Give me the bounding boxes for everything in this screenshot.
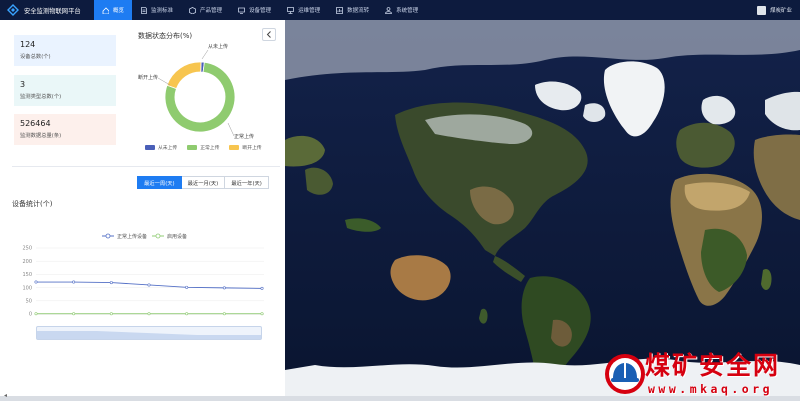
legend-item[interactable]: 断开上传: [229, 144, 262, 151]
nav-item-2[interactable]: 产品管理: [181, 0, 230, 20]
user-system-icon: [385, 6, 392, 14]
overview-panel: 124 设备总数(个) 3 监测类型总数(个) 526464 监测数据总量(条)…: [0, 20, 285, 396]
y-tick-label: 150: [22, 272, 32, 278]
range-option-2[interactable]: 最近一年(天): [225, 176, 269, 189]
range-option-0[interactable]: 最近一周(天): [137, 176, 182, 189]
nav-item-4[interactable]: 运维管理: [279, 0, 328, 20]
user-menu[interactable]: 煤炭矿业: [756, 0, 792, 20]
device-statistics-chart: 正常上传设备启用设备050100150200250121314151617: [22, 233, 264, 316]
legend-swatch: [229, 145, 240, 150]
stat-label: 监测数据总量(条): [20, 133, 62, 139]
world-map[interactable]: [285, 20, 800, 396]
device-icon: [238, 7, 245, 14]
line-legend-item[interactable]: 启用设备: [152, 233, 187, 240]
stat-card-data-total: 526464 监测数据总量(条): [14, 114, 116, 145]
monitor-icon: [287, 6, 294, 14]
watermark-text: 煤矿安全网: [645, 351, 781, 380]
stat-value: 3: [20, 80, 26, 89]
site-watermark: 煤矿安全网 www.mkaq.org: [603, 352, 795, 399]
divider: [12, 166, 280, 167]
brand[interactable]: 安全监测物联网平台: [0, 0, 94, 20]
nav-item-label: 系统管理: [396, 8, 419, 14]
stat-card-monitor-types: 3 监测类型总数(个): [14, 75, 116, 106]
data-point[interactable]: [147, 283, 151, 287]
y-tick-label: 0: [29, 312, 32, 316]
nav-item-1[interactable]: 监测标准: [132, 0, 181, 20]
product-icon: [189, 6, 196, 14]
stat-value: 526464: [20, 119, 51, 128]
zoom-area: [37, 331, 261, 339]
stat-label: 设备总数(个): [20, 54, 51, 60]
legend-label: 正常上传: [200, 146, 220, 151]
donut-slice-label: 从未上传: [208, 43, 228, 50]
app-title: 安全监测物联网平台: [24, 7, 81, 15]
data-point[interactable]: [34, 312, 38, 316]
y-tick-label: 100: [22, 285, 32, 291]
data-point[interactable]: [72, 280, 76, 284]
donut-leader-line: [201, 49, 209, 60]
stat-label: 监测类型总数(个): [20, 94, 62, 100]
legend-label: 断开上传: [242, 146, 262, 151]
nav-item-5[interactable]: 数据流转: [328, 0, 377, 20]
status-donut-chart: 从未上传正常上传 断开上传: [138, 43, 254, 140]
zoom-preview: [37, 331, 261, 339]
data-flow-icon: [336, 6, 343, 14]
legend-label: 从未上传: [158, 146, 178, 151]
legend-label: 正常上传设备: [117, 233, 147, 240]
platform-logo-icon: [7, 4, 19, 16]
nav-item-6[interactable]: 系统管理: [377, 0, 426, 20]
top-navigation-bar: 安全监测物联网平台 概览 监测标准 产品管理 设备管理 运维管理 数据流转 系统管理 煤炭矿…: [0, 0, 800, 20]
donut-slice-label: 正常上传: [234, 133, 254, 140]
donut-slice-label: 断开上传: [138, 74, 158, 81]
nav-item-label: 概览: [113, 8, 125, 14]
data-point[interactable]: [147, 312, 151, 316]
nav-item-label: 产品管理: [200, 8, 223, 14]
avatar: [756, 5, 766, 15]
line-legend-item[interactable]: 正常上传设备: [102, 233, 147, 240]
nav-item-label: 数据流转: [347, 8, 370, 14]
legend-swatch: [187, 145, 198, 150]
nav-item-3[interactable]: 设备管理: [230, 0, 279, 20]
home-icon: [102, 6, 109, 14]
legend-marker: [105, 233, 111, 239]
time-range-selector: 最近一周(天) 最近一月(天) 最近一年(天): [137, 176, 269, 189]
nav-item-label: 运维管理: [298, 8, 321, 14]
donut-slice-2[interactable]: [166, 61, 202, 90]
y-tick-label: 200: [22, 259, 32, 265]
data-point[interactable]: [260, 286, 264, 290]
donut-legend: 从未上传 正常上传 断开上传: [145, 144, 262, 151]
watermark-url: www.mkaq.org: [648, 382, 774, 396]
data-point[interactable]: [222, 312, 226, 316]
user-name: 煤炭矿业: [769, 8, 792, 14]
document-icon: [141, 6, 147, 14]
nav-item-label: 监测标准: [151, 8, 174, 14]
legend-marker: [155, 233, 161, 239]
stat-value: 124: [20, 40, 36, 49]
scroll-left-arrow-icon[interactable]: ◂: [4, 392, 7, 399]
main-nav: 概览 监测标准 产品管理 设备管理 运维管理 数据流转 系统管理: [94, 0, 426, 20]
y-tick-label: 250: [22, 246, 32, 252]
legend-swatch: [145, 145, 155, 150]
data-point[interactable]: [109, 312, 113, 316]
data-point[interactable]: [34, 280, 38, 284]
legend-item[interactable]: 正常上传: [187, 144, 219, 151]
chart-zoom-slider[interactable]: [36, 326, 262, 340]
nav-item-label: 设备管理: [249, 8, 272, 14]
nav-item-0[interactable]: 概览: [94, 0, 133, 20]
data-point[interactable]: [260, 312, 264, 316]
data-point[interactable]: [109, 281, 113, 285]
data-point[interactable]: [185, 285, 189, 289]
legend-item[interactable]: 从未上传: [145, 144, 177, 151]
legend-label: 启用设备: [167, 233, 187, 240]
range-option-1[interactable]: 最近一月(天): [181, 176, 226, 189]
chevron-left-icon: [266, 31, 271, 38]
satellite-world-map: [285, 20, 800, 396]
safety-helmet-logo-icon: [605, 354, 645, 394]
stat-card-devices: 124 设备总数(个): [14, 35, 116, 66]
y-tick-label: 50: [26, 299, 32, 305]
data-point[interactable]: [222, 286, 226, 290]
data-point[interactable]: [72, 312, 76, 316]
data-point[interactable]: [185, 312, 189, 316]
